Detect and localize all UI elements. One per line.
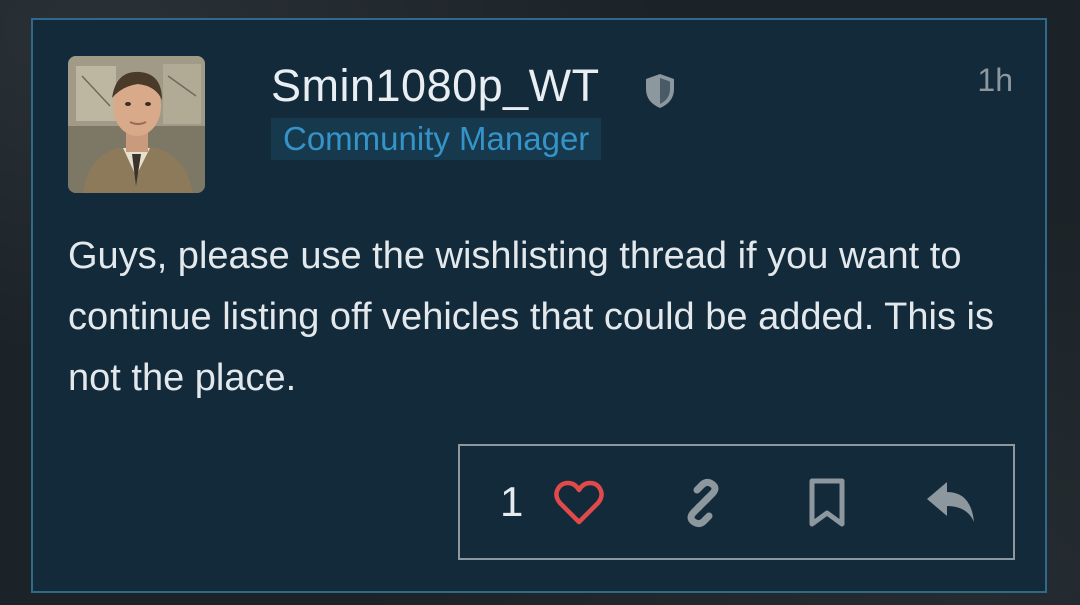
bookmark-icon <box>809 478 845 527</box>
post-body: Guys, please use the wishlisting thread … <box>68 235 994 399</box>
share-link-button[interactable] <box>676 476 730 530</box>
bookmark-button[interactable] <box>800 476 854 530</box>
post-actions: 1 <box>458 444 1015 560</box>
heart-icon <box>554 480 604 525</box>
link-icon <box>687 478 719 528</box>
post-card: Smin1080p_WT Community Manager 1h Guys, … <box>31 18 1047 593</box>
reply-icon <box>927 482 974 522</box>
shield-icon <box>646 74 674 108</box>
reply-button[interactable] <box>924 476 978 530</box>
avatar-image <box>68 56 205 193</box>
avatar[interactable] <box>68 56 205 193</box>
like-button[interactable] <box>552 476 606 530</box>
author-name[interactable]: Smin1080p_WT <box>271 60 600 112</box>
post-timestamp[interactable]: 1h <box>977 62 1013 99</box>
role-badge: Community Manager <box>271 118 602 160</box>
like-count[interactable]: 1 <box>500 478 523 526</box>
